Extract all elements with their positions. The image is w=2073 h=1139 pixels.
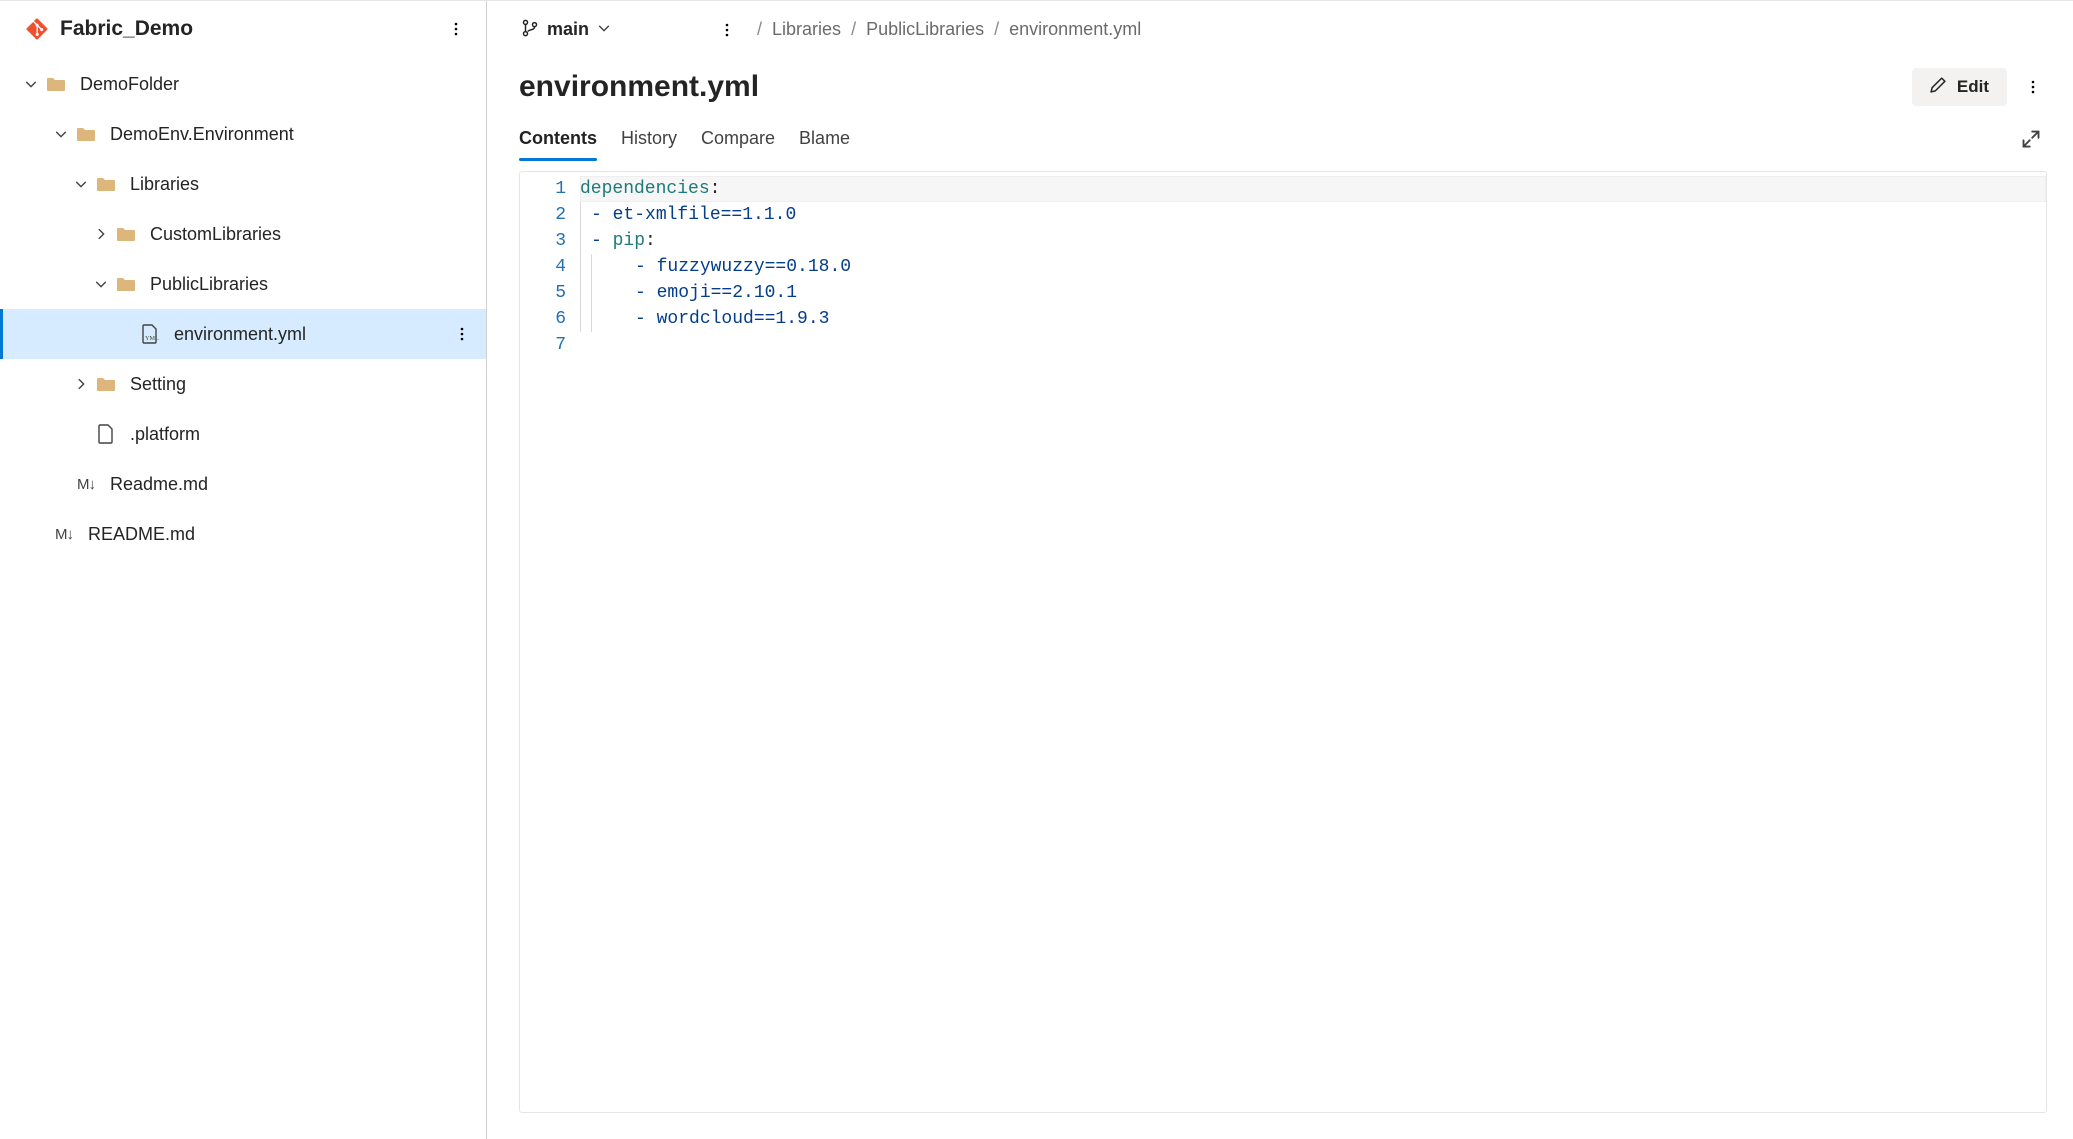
- tree-label: CustomLibraries: [150, 224, 476, 245]
- branch-selector[interactable]: main: [515, 15, 617, 44]
- file-title: environment.yml: [519, 70, 1900, 104]
- folder-icon: [76, 125, 96, 143]
- file-tree: DemoFolder DemoEnv.Environment Libraries…: [0, 53, 486, 559]
- sidebar-more-button[interactable]: [442, 15, 470, 43]
- tabs: Contents History Compare Blame: [487, 106, 2073, 161]
- title-row: environment.yml Edit: [487, 50, 2073, 106]
- breadcrumb-publiclibraries[interactable]: PublicLibraries: [866, 19, 984, 40]
- tree-folder-publiclibraries[interactable]: PublicLibraries: [0, 259, 486, 309]
- svg-text:YML: YML: [145, 335, 159, 342]
- breadcrumb-separator: /: [851, 19, 856, 40]
- tree-label: Setting: [130, 374, 476, 395]
- more-vertical-icon: [2025, 79, 2041, 95]
- edit-button[interactable]: Edit: [1912, 68, 2007, 106]
- tree-file-readme-inner[interactable]: M↓ Readme.md: [0, 459, 486, 509]
- tab-contents[interactable]: Contents: [519, 120, 597, 161]
- breadcrumb-separator: /: [757, 19, 762, 40]
- tab-compare[interactable]: Compare: [701, 120, 775, 161]
- tree-file-platform[interactable]: .platform: [0, 409, 486, 459]
- chevron-down-icon: [597, 21, 611, 38]
- code-line: - et-xmlfile==1.1.0: [580, 202, 2046, 228]
- git-repo-icon: [26, 18, 48, 40]
- file-tree-sidebar: Fabric_Demo DemoFolder DemoEnv.Environme…: [0, 1, 487, 1139]
- yml-file-icon: YML: [140, 324, 160, 344]
- edit-label: Edit: [1957, 77, 1989, 97]
- code-line: dependencies:: [580, 176, 2046, 202]
- tab-history[interactable]: History: [621, 120, 677, 161]
- line-number: 4: [520, 254, 566, 280]
- tree-label: Libraries: [130, 174, 476, 195]
- chevron-down-icon: [22, 77, 40, 91]
- folder-icon: [96, 175, 116, 193]
- code-line: [580, 332, 2046, 358]
- tree-label: .platform: [130, 424, 476, 445]
- tree-file-environment-yml[interactable]: YML environment.yml: [0, 309, 486, 359]
- line-number: 2: [520, 202, 566, 228]
- code-line: - emoji==2.10.1: [580, 280, 2046, 306]
- breadcrumb-separator: /: [994, 19, 999, 40]
- expand-button[interactable]: [2015, 123, 2047, 155]
- chevron-right-icon: [72, 377, 90, 391]
- path-more-button[interactable]: [713, 16, 741, 44]
- chevron-down-icon: [92, 277, 110, 291]
- tree-folder-libraries[interactable]: Libraries: [0, 159, 486, 209]
- branch-label: main: [547, 19, 589, 40]
- folder-icon: [116, 275, 136, 293]
- more-vertical-icon: [454, 326, 470, 342]
- file-more-button[interactable]: [2019, 73, 2047, 101]
- chevron-down-icon: [72, 177, 90, 191]
- tree-label: DemoFolder: [80, 74, 476, 95]
- main-panel: main / Libraries / PublicLibraries / env…: [487, 1, 2073, 1139]
- branch-icon: [521, 19, 539, 40]
- code-viewer: 1 2 3 4 5 6 7 dependencies: - et-xmlfile…: [519, 171, 2047, 1113]
- tree-folder-demofolder[interactable]: DemoFolder: [0, 59, 486, 109]
- tree-label: README.md: [88, 524, 476, 545]
- code-line: - fuzzywuzzy==0.18.0: [580, 254, 2046, 280]
- more-vertical-icon: [448, 21, 464, 37]
- top-bar: main / Libraries / PublicLibraries / env…: [487, 1, 2073, 50]
- code-line: - pip:: [580, 228, 2046, 254]
- more-vertical-icon: [719, 22, 735, 38]
- folder-icon: [96, 375, 116, 393]
- tab-blame[interactable]: Blame: [799, 120, 850, 161]
- tree-folder-setting[interactable]: Setting: [0, 359, 486, 409]
- tree-label: PublicLibraries: [150, 274, 476, 295]
- line-number: 3: [520, 228, 566, 254]
- tree-label: environment.yml: [174, 324, 448, 345]
- tree-label: DemoEnv.Environment: [110, 124, 476, 145]
- line-number: 7: [520, 332, 566, 358]
- tree-file-readme-root[interactable]: M↓ README.md: [0, 509, 486, 559]
- chevron-right-icon: [92, 227, 110, 241]
- breadcrumb-current: environment.yml: [1009, 19, 1141, 40]
- expand-icon: [2021, 129, 2041, 149]
- pencil-icon: [1930, 76, 1947, 98]
- code-content[interactable]: dependencies: - et-xmlfile==1.1.0 - pip:…: [576, 172, 2046, 1112]
- line-number: 5: [520, 280, 566, 306]
- folder-icon: [46, 75, 66, 93]
- line-number: 6: [520, 306, 566, 332]
- folder-icon: [116, 225, 136, 243]
- markdown-file-icon: M↓: [76, 476, 96, 493]
- breadcrumb: / Libraries / PublicLibraries / environm…: [757, 19, 1141, 40]
- file-icon: [96, 424, 116, 444]
- repo-title: Fabric_Demo: [60, 17, 430, 41]
- tree-label: Readme.md: [110, 474, 476, 495]
- code-line: - wordcloud==1.9.3: [580, 306, 2046, 332]
- tree-folder-customlibraries[interactable]: CustomLibraries: [0, 209, 486, 259]
- sidebar-header: Fabric_Demo: [0, 7, 486, 53]
- line-number-gutter: 1 2 3 4 5 6 7: [520, 172, 576, 1112]
- tree-folder-demoenv[interactable]: DemoEnv.Environment: [0, 109, 486, 159]
- line-number: 1: [520, 176, 566, 202]
- markdown-file-icon: M↓: [54, 526, 74, 543]
- chevron-down-icon: [52, 127, 70, 141]
- tree-row-more-button[interactable]: [448, 320, 476, 348]
- breadcrumb-libraries[interactable]: Libraries: [772, 19, 841, 40]
